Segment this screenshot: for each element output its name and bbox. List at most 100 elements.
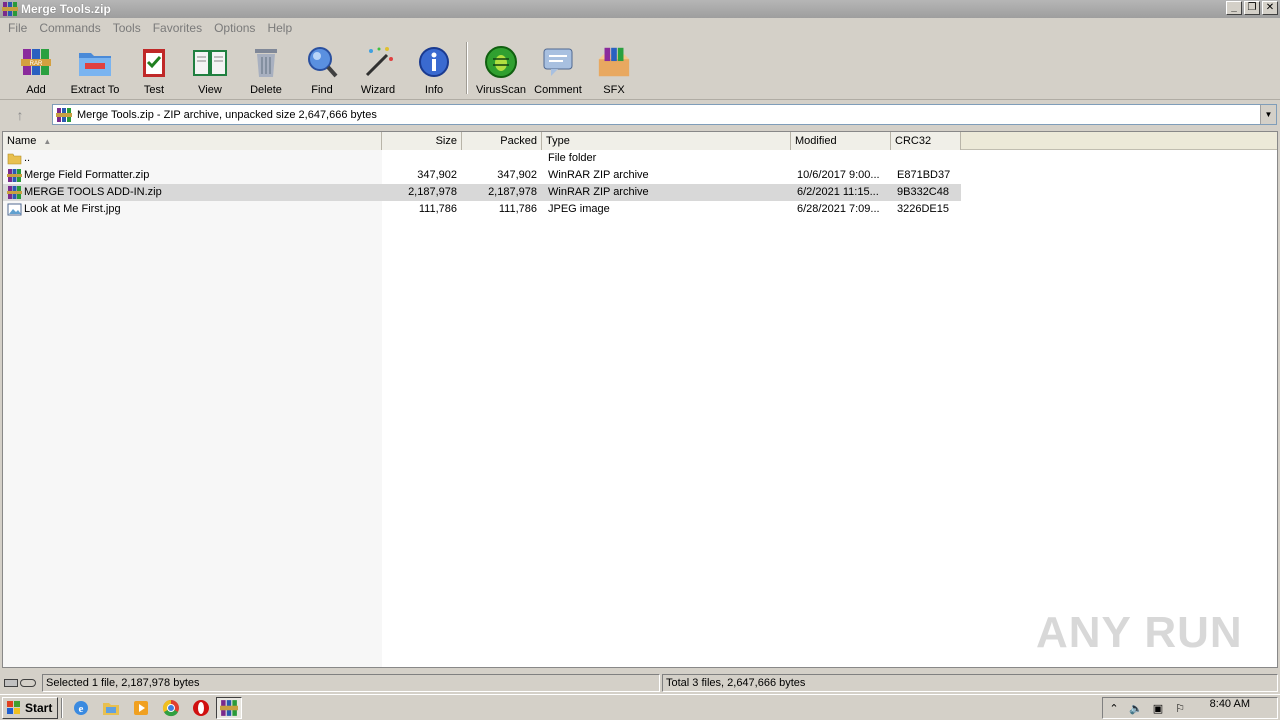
column-crc32[interactable]: CRC32 <box>891 132 961 150</box>
taskbar-opera[interactable] <box>186 697 216 719</box>
virusscan-label: VirusScan <box>476 84 526 96</box>
extract-to-button[interactable]: Extract To <box>64 38 126 99</box>
file-list[interactable]: Name ▲ Size Packed Type Modified CRC32 .… <box>2 131 1278 668</box>
file-name: MERGE TOOLS ADD-IN.zip <box>24 186 162 198</box>
column-packed[interactable]: Packed <box>462 132 542 150</box>
view-label: View <box>198 84 222 96</box>
chevron-down-icon: ▼ <box>1264 110 1273 119</box>
sfx-button[interactable]: SFX <box>586 38 642 99</box>
wizard-button[interactable]: Wizard <box>350 38 406 99</box>
find-label: Find <box>311 84 333 96</box>
network-icon[interactable]: ▣ <box>1147 698 1169 718</box>
file-size: 347,902 <box>417 169 457 181</box>
menu-bar: File Commands Tools Favorites Options He… <box>0 18 1280 38</box>
folder-icon <box>7 151 22 166</box>
minimize-button[interactable]: _ <box>1226 1 1242 15</box>
file-modified: 6/2/2021 11:15... <box>797 186 879 198</box>
file-type: JPEG image <box>548 203 610 215</box>
windows-logo-icon <box>7 700 20 714</box>
file-type: File folder <box>548 152 597 164</box>
tray-expand-button[interactable]: ⌃ <box>1103 698 1125 718</box>
magic-wand-icon <box>365 47 393 77</box>
status-bar: Selected 1 file, 2,187,978 bytes Total 3… <box>0 673 1280 693</box>
sfx-box-icon <box>598 47 630 77</box>
info-label: Info <box>424 84 444 96</box>
file-modified: 6/28/2021 7:09... <box>797 203 880 215</box>
test-clipboard-icon <box>143 49 165 77</box>
taskbar: Start e ⌃ 🔈 ▣ ⚐ 8:40 AM <box>0 694 1280 720</box>
menu-options[interactable]: Options <box>208 21 261 35</box>
chevron-up-icon: ⌃ <box>1109 702 1119 715</box>
file-size: 2,187,978 <box>408 186 457 198</box>
info-button[interactable]: Info <box>406 38 462 99</box>
virus-scan-icon <box>485 46 517 78</box>
file-crc32: 3226DE15 <box>897 203 949 215</box>
arrow-up-icon: ↑ <box>16 107 24 123</box>
chrome-icon <box>162 699 179 716</box>
comment-button[interactable]: Comment <box>530 38 586 99</box>
add-button[interactable]: RAR Add <box>8 38 64 99</box>
title-bar[interactable]: Merge Tools.zip _ ❐ ✕ <box>0 0 1280 18</box>
taskbar-explorer[interactable] <box>96 697 126 719</box>
address-bar[interactable]: Merge Tools.zip - ZIP archive, unpacked … <box>52 104 1277 125</box>
column-type[interactable]: Type <box>542 132 791 150</box>
taskbar-ie[interactable]: e <box>66 697 96 719</box>
test-button[interactable]: Test <box>126 38 182 99</box>
clock[interactable]: 8:40 AM <box>1210 698 1250 710</box>
menu-tools[interactable]: Tools <box>107 21 147 35</box>
add-label: Add <box>26 84 46 96</box>
quicklaunch-separator <box>61 697 63 718</box>
delete-button[interactable]: Delete <box>238 38 294 99</box>
system-tray: ⌃ 🔈 ▣ ⚐ <box>1102 697 1278 719</box>
column-modified[interactable]: Modified <box>791 132 891 150</box>
image-file-icon <box>7 202 22 217</box>
file-packed: 111,786 <box>498 203 537 215</box>
file-row[interactable]: MERGE TOOLS ADD-IN.zip 2,187,978 2,187,978… <box>3 184 961 201</box>
sfx-label: SFX <box>603 84 625 96</box>
winrar-archive-icon <box>56 107 72 122</box>
opera-icon <box>193 699 209 716</box>
anyrun-watermark: ANY RUN <box>1036 608 1243 657</box>
restore-button[interactable]: ❐ <box>1244 1 1260 15</box>
test-label: Test <box>143 84 165 96</box>
taskbar-media-player[interactable] <box>126 697 156 719</box>
menu-favorites[interactable]: Favorites <box>147 21 208 35</box>
start-button[interactable]: Start <box>2 696 58 719</box>
toolbar-separator <box>466 42 468 94</box>
file-size <box>382 150 457 167</box>
column-name[interactable]: Name ▲ <box>3 132 382 150</box>
menu-help[interactable]: Help <box>261 21 298 35</box>
winrar-zip-icon <box>7 185 22 200</box>
close-button[interactable]: ✕ <box>1262 1 1278 15</box>
volume-icon[interactable]: 🔈 <box>1125 698 1147 718</box>
internet-explorer-icon: e <box>74 700 88 715</box>
trash-icon <box>255 49 277 77</box>
view-button[interactable]: View <box>182 38 238 99</box>
taskbar-chrome[interactable] <box>156 697 186 719</box>
winrar-app-icon <box>2 2 18 16</box>
action-center-flag-icon[interactable]: ⚐ <box>1169 698 1191 718</box>
menu-commands[interactable]: Commands <box>33 21 106 35</box>
taskbar-winrar[interactable] <box>216 696 242 719</box>
file-name: Look at Me First.jpg <box>24 203 121 215</box>
menu-file[interactable]: File <box>2 21 33 35</box>
column-name-label: Name <box>7 135 37 147</box>
file-packed: 2,187,978 <box>488 186 537 198</box>
find-button[interactable]: Find <box>294 38 350 99</box>
address-text: Merge Tools.zip - ZIP archive, unpacked … <box>77 108 377 121</box>
address-dropdown-button[interactable]: ▼ <box>1260 105 1276 124</box>
name-column-shade <box>3 150 382 667</box>
column-size[interactable]: Size <box>382 132 462 150</box>
file-explorer-icon <box>103 702 119 715</box>
file-row[interactable]: .. File folder <box>3 150 961 167</box>
file-packed <box>462 150 537 167</box>
virusscan-button[interactable]: VirusScan <box>472 38 530 99</box>
delete-label: Delete <box>250 84 282 96</box>
file-row[interactable]: Merge Field Formatter.zip 347,902 347,902 W… <box>3 167 961 184</box>
up-folder-button[interactable]: ↑ <box>0 103 40 127</box>
status-total: Total 3 files, 2,647,666 bytes <box>662 674 1278 692</box>
address-row: ↑ Merge Tools.zip - ZIP archive, unpacke… <box>0 102 1280 128</box>
comment-icon <box>543 48 573 76</box>
column-header: Name ▲ Size Packed Type Modified CRC32 <box>3 132 1277 150</box>
file-row[interactable]: Look at Me First.jpg 111,786 111,786 JPEG i… <box>3 201 961 218</box>
